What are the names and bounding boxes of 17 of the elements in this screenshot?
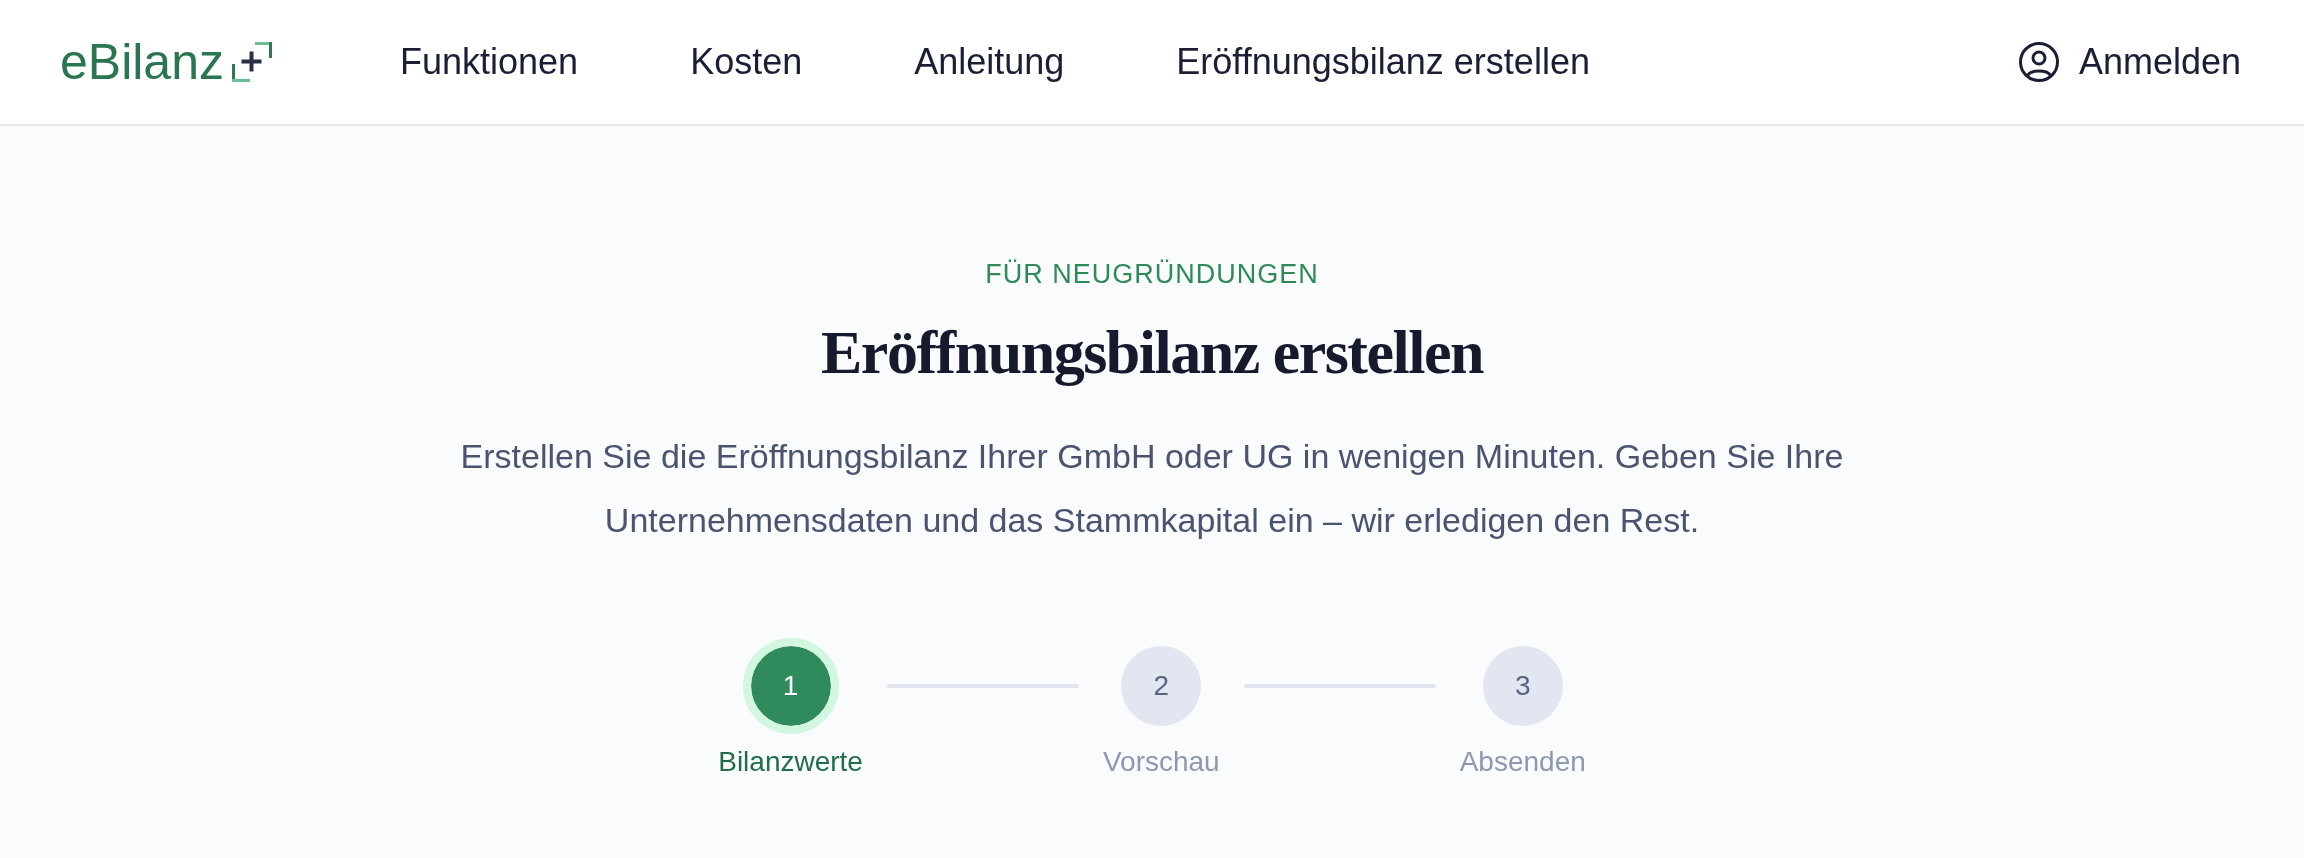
step-label: Vorschau bbox=[1102, 745, 1220, 779]
login-link[interactable]: Anmelden bbox=[2018, 40, 2241, 84]
eyebrow-text: FÜR NEUGRÜNDUNGEN bbox=[985, 258, 1319, 291]
step-indicator: 1 bbox=[742, 638, 839, 734]
step-label: Absenden bbox=[1459, 745, 1586, 779]
intro-paragraph: Erstellen Sie die Eröffnungsbilanz Ihrer GmbH oder UG in wenigen Minuten. Geben Sie Ihre Unternehmensdaten und das Stammkapital ein – wir erledigen den Rest. bbox=[459, 436, 1845, 541]
bracket-plus-icon bbox=[232, 42, 272, 82]
logo-link[interactable]: eBilanz bbox=[60, 37, 272, 87]
nav-link[interactable]: Funktionen bbox=[400, 40, 579, 84]
nav-link[interactable]: Eröffnungsbilanz erstellen bbox=[1176, 40, 1590, 84]
nav-link[interactable]: Kosten bbox=[690, 40, 803, 84]
user-circle-icon bbox=[2018, 42, 2059, 82]
nav-link[interactable]: Anleitung bbox=[914, 40, 1065, 84]
step-indicator: 2 bbox=[1121, 646, 1202, 726]
step-indicator: 3 bbox=[1482, 646, 1563, 726]
page-title: Eröffnungsbilanz erstellen bbox=[821, 317, 1483, 388]
step-label: Bilanzwerte bbox=[718, 745, 863, 779]
